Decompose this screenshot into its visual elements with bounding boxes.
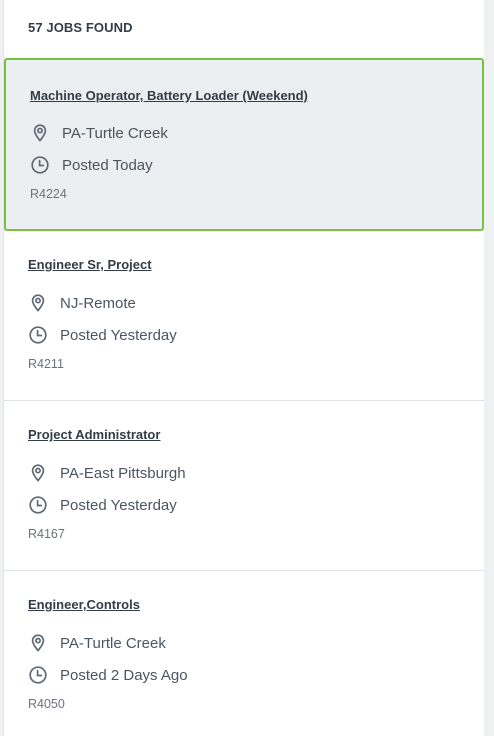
job-title-link[interactable]: Engineer,Controls <box>28 597 140 612</box>
job-location-text: NJ-Remote <box>60 294 136 312</box>
job-location: NJ-Remote <box>28 292 136 314</box>
job-title-link[interactable]: Machine Operator, Battery Loader (Weeken… <box>30 88 308 103</box>
clock-icon <box>29 496 47 514</box>
job-results-panel: 57 JOBS FOUND Machine Operator, Battery … <box>3 0 484 736</box>
job-title-link[interactable]: Project Administrator <box>28 427 160 442</box>
location-pin-icon <box>31 294 45 312</box>
job-card-selected[interactable]: Machine Operator, Battery Loader (Weeken… <box>4 58 484 231</box>
job-posted: Posted 2 Days Ago <box>28 664 188 686</box>
clock-icon <box>29 666 47 684</box>
job-location-text: PA-Turtle Creek <box>60 634 166 652</box>
job-location: PA-East Pittsburgh <box>28 462 186 484</box>
job-card[interactable]: Engineer,Controls PA-Turtle Creek Posted… <box>4 571 484 736</box>
job-card[interactable]: Engineer Sr, Project NJ-Remote Posted Ye… <box>4 231 484 401</box>
location-pin-icon <box>31 464 45 482</box>
clock-icon <box>31 156 49 174</box>
job-posted: Posted Today <box>30 154 153 176</box>
job-posted: Posted Yesterday <box>28 324 177 346</box>
job-location: PA-Turtle Creek <box>30 122 168 144</box>
job-req-id: R4224 <box>30 187 67 201</box>
job-req-id: R4050 <box>28 697 65 711</box>
location-pin-icon <box>33 124 47 142</box>
job-location: PA-Turtle Creek <box>28 632 166 654</box>
location-pin-icon <box>31 634 45 652</box>
clock-icon <box>29 326 47 344</box>
results-count: 57 JOBS FOUND <box>28 20 133 35</box>
job-location-text: PA-East Pittsburgh <box>60 464 186 482</box>
job-card[interactable]: Project Administrator PA-East Pittsburgh… <box>4 401 484 571</box>
job-posted-text: Posted Today <box>62 156 153 174</box>
job-posted-text: Posted Yesterday <box>60 326 177 344</box>
job-posted: Posted Yesterday <box>28 494 177 516</box>
job-req-id: R4211 <box>28 357 64 371</box>
job-posted-text: Posted 2 Days Ago <box>60 666 188 684</box>
job-location-text: PA-Turtle Creek <box>62 124 168 142</box>
job-title-link[interactable]: Engineer Sr, Project <box>28 257 152 272</box>
job-req-id: R4167 <box>28 527 65 541</box>
job-posted-text: Posted Yesterday <box>60 496 177 514</box>
